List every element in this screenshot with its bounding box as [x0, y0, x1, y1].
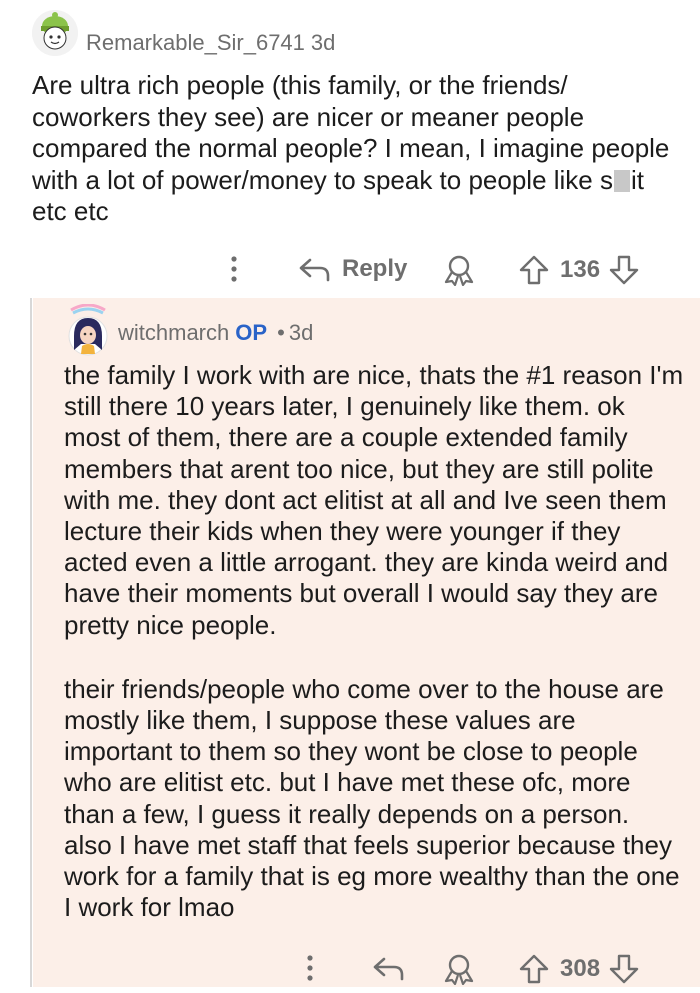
more-vertical-icon [307, 955, 313, 981]
vote-controls: 308 [518, 953, 640, 985]
thread-line[interactable] [30, 298, 32, 987]
reply-actions: 308 [0, 953, 700, 993]
reply-author-name[interactable]: witchmarch [118, 320, 229, 345]
reply-paragraph: their friends/people who come over to th… [64, 673, 680, 923]
reply-arrow-icon [299, 258, 330, 282]
reply-body: the family I work with are nice, thats t… [64, 360, 684, 956]
avatar-icon [68, 303, 108, 356]
reply-button[interactable]: Reply [298, 254, 407, 284]
more-vertical-icon [231, 256, 237, 282]
award-icon [444, 255, 474, 286]
reply-author[interactable]: witchmarch OP • 3d [118, 320, 313, 346]
vote-score: 308 [560, 955, 601, 982]
award-button[interactable] [442, 254, 476, 286]
reply-label: Reply [342, 255, 408, 282]
censor-block [614, 169, 630, 192]
award-icon [444, 954, 474, 985]
reply-age: 3d [288, 320, 314, 345]
upvote-icon[interactable] [518, 254, 550, 286]
reply-arrow-icon [373, 957, 404, 981]
vote-score: 136 [560, 256, 601, 283]
reply-button[interactable] [372, 953, 406, 983]
comment-text-start: Are ultra rich people (this family, or t… [32, 70, 670, 195]
more-options-button[interactable] [222, 254, 246, 284]
award-button[interactable] [442, 953, 476, 985]
downvote-icon[interactable] [608, 953, 640, 985]
avatar-icon [32, 10, 78, 56]
downvote-icon[interactable] [608, 254, 640, 286]
avatar[interactable] [32, 10, 78, 56]
author-name[interactable]: Remarkable_Sir_6741 [86, 30, 305, 55]
comment-body: Are ultra rich people (this family, or t… [32, 70, 682, 228]
vote-controls: 136 [518, 254, 640, 286]
more-options-button[interactable] [298, 953, 322, 983]
reply-avatar[interactable] [67, 303, 109, 360]
upvote-icon[interactable] [518, 953, 550, 985]
comment-age: 3d [310, 30, 336, 55]
reply-paragraph: the family I work with are nice, thats t… [64, 360, 684, 640]
comment-author[interactable]: Remarkable_Sir_6741 3d [86, 30, 335, 56]
meta-separator: • [277, 320, 285, 345]
op-badge: OP [235, 320, 268, 345]
comment-actions: Reply 136 [0, 250, 700, 290]
